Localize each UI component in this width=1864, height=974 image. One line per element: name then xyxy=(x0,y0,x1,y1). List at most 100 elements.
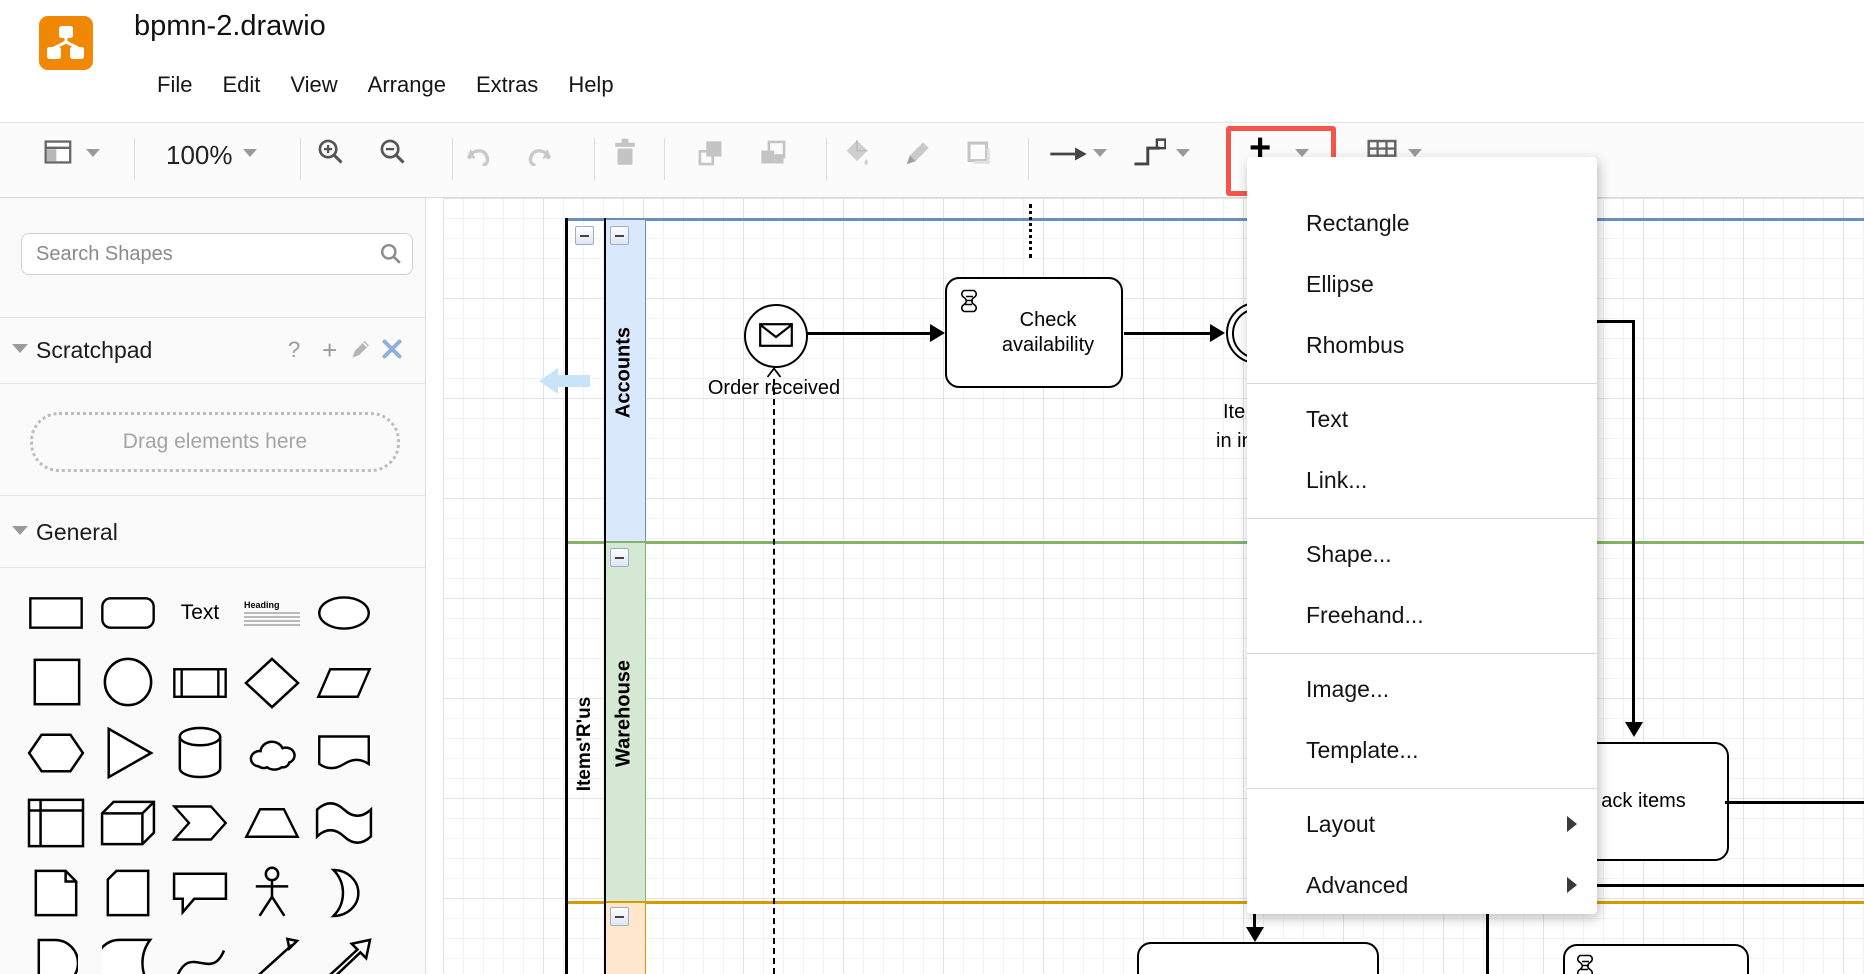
menu-extras[interactable]: Extras xyxy=(476,72,538,98)
pool-label[interactable]: Items'R'us xyxy=(574,594,596,894)
zoom-level[interactable]: 100% xyxy=(166,140,233,171)
connector-line[interactable] xyxy=(1597,320,1635,323)
edit-pencil-icon[interactable] xyxy=(350,338,372,360)
shape-bidirectional-arrow[interactable] xyxy=(236,928,308,974)
lane-warehouse-label[interactable]: Warehouse xyxy=(613,534,636,894)
shape-data-storage[interactable] xyxy=(92,928,164,974)
collapse-lane-orange-button[interactable] xyxy=(610,907,629,926)
menu-help[interactable]: Help xyxy=(568,72,613,98)
shape-cloud[interactable] xyxy=(236,718,308,788)
shape-callout[interactable] xyxy=(164,858,236,928)
collapse-pool-button[interactable] xyxy=(575,226,594,245)
to-front-icon[interactable] xyxy=(697,139,725,167)
shape-internal-storage[interactable] xyxy=(20,788,92,858)
zoom-out-icon[interactable] xyxy=(379,138,407,166)
menu-item-shape[interactable]: Shape... xyxy=(1247,524,1597,585)
shape-ellipse[interactable] xyxy=(308,578,380,648)
table-caret-icon[interactable] xyxy=(1408,149,1422,157)
shape-rectangle[interactable] xyxy=(20,578,92,648)
shape-actor[interactable] xyxy=(236,858,308,928)
shape-square[interactable] xyxy=(20,648,92,718)
menu-item-label: Rectangle xyxy=(1306,210,1410,237)
search-icon[interactable] xyxy=(380,243,402,265)
task-bottom-center[interactable] xyxy=(1137,942,1379,974)
delete-icon[interactable] xyxy=(611,137,639,167)
zoom-in-icon[interactable] xyxy=(317,138,345,166)
start-event-circle[interactable] xyxy=(744,304,808,368)
menu-edit[interactable]: Edit xyxy=(222,72,260,98)
menu-item-link[interactable]: Link... xyxy=(1247,450,1597,511)
scratchpad-caret-icon[interactable] xyxy=(12,344,28,353)
shape-heading[interactable]: Heading xyxy=(236,578,308,648)
search-shapes-input[interactable] xyxy=(34,238,378,270)
start-event-label[interactable]: Order received xyxy=(694,377,854,400)
line-color-icon[interactable] xyxy=(903,138,933,168)
waypoints-icon[interactable] xyxy=(1132,137,1166,169)
connection-caret-icon[interactable] xyxy=(1093,149,1107,157)
fill-color-icon[interactable] xyxy=(843,138,871,168)
general-caret-icon[interactable] xyxy=(12,526,28,535)
shape-and[interactable] xyxy=(20,928,92,974)
sequence-flow-line[interactable] xyxy=(806,332,932,335)
menu-item-advanced[interactable]: Advanced xyxy=(1247,855,1597,916)
shape-rounded-rectangle[interactable] xyxy=(92,578,164,648)
menu-item-rectangle[interactable]: Rectangle xyxy=(1247,193,1597,254)
shadow-icon[interactable] xyxy=(965,139,993,167)
waypoints-caret-icon[interactable] xyxy=(1176,149,1190,157)
scratchpad-title[interactable]: Scratchpad xyxy=(36,337,152,364)
menu-item-rhombus[interactable]: Rhombus xyxy=(1247,315,1597,376)
shape-parallelogram[interactable] xyxy=(308,648,380,718)
menu-item-image[interactable]: Image... xyxy=(1247,659,1597,720)
callout-icon xyxy=(171,869,229,917)
shape-step[interactable] xyxy=(164,788,236,858)
menu-view[interactable]: View xyxy=(290,72,337,98)
shape-arrow[interactable] xyxy=(308,928,380,974)
shape-trapezoid[interactable] xyxy=(236,788,308,858)
menu-file[interactable]: File xyxy=(157,72,192,98)
undo-icon[interactable] xyxy=(463,144,493,166)
zoom-caret-icon[interactable] xyxy=(243,149,257,157)
close-x-icon[interactable] xyxy=(382,339,402,359)
connector-line[interactable] xyxy=(1486,914,1489,974)
shape-curve[interactable] xyxy=(164,928,236,974)
add-icon[interactable]: + xyxy=(322,335,337,366)
connection-icon[interactable] xyxy=(1048,143,1088,165)
menu-arrange[interactable]: Arrange xyxy=(368,72,446,98)
toolbar-separator xyxy=(1028,138,1029,180)
redo-icon[interactable] xyxy=(525,144,555,166)
menu-item-text[interactable]: Text xyxy=(1247,389,1597,450)
shape-tape[interactable] xyxy=(308,788,380,858)
scratchpad-dropzone[interactable]: Drag elements here xyxy=(30,412,400,472)
view-caret-icon[interactable] xyxy=(86,149,100,157)
shape-card[interactable] xyxy=(92,858,164,928)
to-back-icon[interactable] xyxy=(759,139,787,167)
shape-text[interactable]: Text xyxy=(164,578,236,648)
task-update[interactable]: Update xyxy=(1563,944,1749,974)
lane-accounts-label[interactable]: Accounts xyxy=(613,213,636,533)
shape-process[interactable] xyxy=(164,648,236,718)
shape-cylinder[interactable] xyxy=(164,718,236,788)
shape-or[interactable] xyxy=(308,858,380,928)
sequence-flow-line[interactable] xyxy=(1124,332,1212,335)
message-flow-dashed-line[interactable] xyxy=(773,379,775,974)
shape-document[interactable] xyxy=(308,718,380,788)
task-check-availability[interactable]: Check availability xyxy=(945,277,1123,388)
menu-item-freehand[interactable]: Freehand... xyxy=(1247,585,1597,646)
connector-line[interactable] xyxy=(1632,320,1635,724)
menu-item-ellipse[interactable]: Ellipse xyxy=(1247,254,1597,315)
menu-divider xyxy=(1247,383,1597,384)
general-section-title[interactable]: General xyxy=(36,519,118,546)
sequence-flow-line[interactable] xyxy=(1725,801,1864,804)
shape-diamond[interactable] xyxy=(236,648,308,718)
sequence-flow-line[interactable] xyxy=(1597,884,1864,887)
shape-cube[interactable] xyxy=(92,788,164,858)
shape-hexagon[interactable] xyxy=(20,718,92,788)
menu-item-layout[interactable]: Layout xyxy=(1247,794,1597,855)
shape-triangle[interactable] xyxy=(92,718,164,788)
shape-note[interactable] xyxy=(20,858,92,928)
help-icon[interactable]: ? xyxy=(288,337,300,363)
view-panels-icon[interactable] xyxy=(44,140,72,164)
diagram-canvas[interactable]: Items'R'us Accounts Warehouse Order rece… xyxy=(426,198,1864,974)
shape-circle[interactable] xyxy=(92,648,164,718)
menu-item-template[interactable]: Template... xyxy=(1247,720,1597,781)
